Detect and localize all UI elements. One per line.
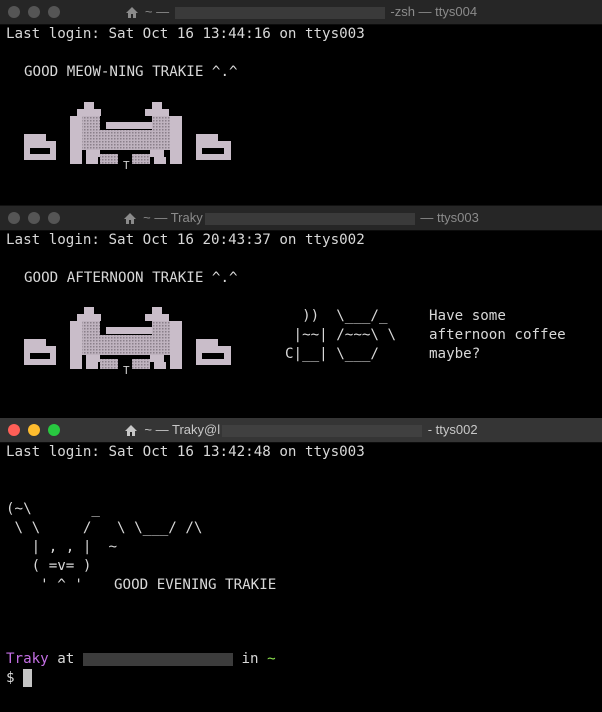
home-icon: [125, 7, 138, 19]
greeting-text: GOOD EVENING TRAKIE: [114, 577, 277, 593]
cat-pixel-art: [24, 307, 231, 377]
window-title: ~ — -zsh — ttys004: [0, 0, 602, 24]
title-suffix: - ttys002: [427, 422, 478, 437]
last-login-line: Last login: Sat Oct 16 13:42:48 on ttys0…: [6, 444, 365, 460]
window-title: ~ — Traky@l - ttys002: [0, 418, 602, 442]
title-suffix: — ttys003: [420, 210, 479, 225]
last-login-line: Last login: Sat Oct 16 20:43:37 on ttys0…: [6, 232, 365, 248]
last-login-line: Last login: Sat Oct 16 13:44:16 on ttys0…: [6, 26, 365, 42]
prompt-at: at: [57, 651, 75, 667]
redacted-block: [204, 212, 415, 225]
command-line[interactable]: $: [6, 669, 33, 688]
terminal-window-1[interactable]: ~ — -zsh — ttys004 Last login: Sat Oct 1…: [0, 0, 602, 205]
prompt-in: in: [241, 651, 259, 667]
title-bar[interactable]: ~ — Traky — ttys003: [0, 206, 602, 231]
title-prefix: ~ — Traky: [143, 210, 203, 225]
home-icon: [124, 213, 137, 225]
prompt-directory: ~: [267, 651, 276, 667]
terminal-body[interactable]: Last login: Sat Oct 16 13:42:48 on ttys0…: [6, 443, 602, 712]
terminal-body[interactable]: Last login: Sat Oct 16 20:43:37 on ttys0…: [6, 231, 602, 418]
prompt-symbol: $: [6, 670, 15, 686]
redacted-block: [222, 424, 423, 437]
greeting-text: GOOD AFTERNOON TRAKIE ^.^: [24, 270, 238, 286]
text-cursor[interactable]: [23, 669, 33, 687]
prompt-user: Traky: [6, 651, 49, 667]
home-icon: [125, 425, 138, 437]
title-prefix: ~ — Traky@l: [144, 422, 221, 437]
redacted-block: [82, 652, 233, 666]
coffee-ascii-art: )) \___/_ |~~| /~~~\ \ C|__| \___/: [285, 308, 397, 362]
prompt-info-line: Traky at in ~: [6, 650, 276, 669]
redacted-block: [174, 6, 385, 19]
title-suffix: -zsh — ttys004: [390, 4, 478, 19]
title-bar[interactable]: ~ — -zsh — ttys004: [0, 0, 602, 25]
coffee-message: Have some afternoon coffee maybe?: [429, 308, 566, 362]
title-bar[interactable]: ~ — Traky@l - ttys002: [0, 418, 602, 443]
terminal-window-2[interactable]: ~ — Traky — ttys003 Last login: Sat Oct …: [0, 206, 602, 418]
window-title: ~ — Traky — ttys003: [0, 206, 602, 230]
terminal-window-3[interactable]: ~ — Traky@l - ttys002 Last login: Sat Oc…: [0, 418, 602, 712]
greeting-text: GOOD MEOW-NING TRAKIE ^.^: [24, 64, 238, 80]
cat-pixel-art: [24, 102, 231, 172]
title-prefix: ~ —: [144, 4, 170, 19]
terminal-body[interactable]: Last login: Sat Oct 16 13:44:16 on ttys0…: [6, 25, 602, 205]
